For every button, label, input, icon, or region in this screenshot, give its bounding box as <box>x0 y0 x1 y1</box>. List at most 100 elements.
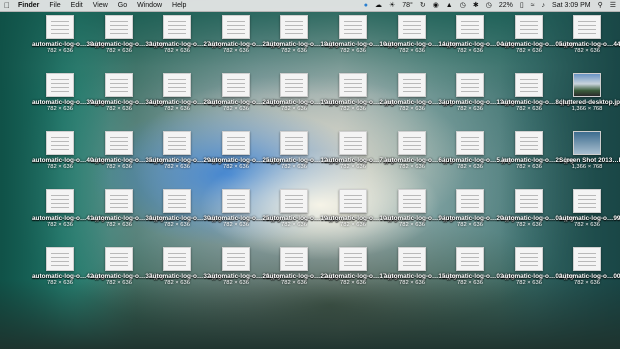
desktop-file-icon[interactable]: automatic-log-o…30.jpg 782 × 636 <box>149 189 222 229</box>
desktop-file-icon[interactable]: automatic-log-o…3.jpg 782 × 636 <box>384 73 453 113</box>
desktop-file-icon[interactable]: automatic-log-o…03.jpg 782 × 636 <box>442 247 515 287</box>
desktop-file-icon[interactable]: automatic-log-o…38.jpg 782 × 636 <box>32 15 105 55</box>
desktop-file-icon[interactable]: automatic-log-o…29.jpg 782 × 636 <box>149 131 222 171</box>
file-dimensions-label: 782 × 636 <box>574 48 600 55</box>
file-thumbnail-icon <box>456 15 484 39</box>
hat-icon[interactable]: ▲ <box>446 0 453 11</box>
desktop-file-icon[interactable]: automatic-log-o…37.jpg 782 × 636 <box>91 247 164 287</box>
cloud-icon[interactable]: ☁ <box>375 0 382 11</box>
menu-help[interactable]: Help <box>172 0 186 11</box>
volume-icon[interactable]: ♪ <box>542 0 546 11</box>
file-thumbnail-icon <box>105 189 133 213</box>
menu-finder[interactable]: Finder <box>18 0 39 11</box>
desktop-file-icon[interactable]: automatic-log-o…19.jpg 782 × 636 <box>266 73 339 113</box>
file-dimensions-label: 782 × 636 <box>340 48 366 55</box>
desktop-file-icon[interactable]: automatic-log-o…40.jpg 782 × 636 <box>32 131 105 171</box>
apple-icon[interactable]:  <box>4 0 10 11</box>
spotlight-icon[interactable]: ⚲ <box>598 0 603 11</box>
desktop-file-icon[interactable]: automatic-log-o…15.jpg 782 × 636 <box>384 247 457 287</box>
desktop-file-icon[interactable]: Screen Shot 2013…PM.jpg1,366 × 768 <box>559 131 620 171</box>
menubar-clock[interactable]: Sat 3:09 PM <box>552 0 591 11</box>
file-dimensions-label: 782 × 636 <box>457 106 483 113</box>
desktop-file-icon[interactable]: automatic-log-o…04.jpg 782 × 636 <box>442 15 515 55</box>
desktop-file-icon[interactable]: automatic-log-o…7.jpg 782 × 636 <box>325 131 394 171</box>
desktop-file-icon[interactable]: automatic-log-o…5.jpg 782 × 636 <box>442 131 511 171</box>
desktop-file-icon[interactable]: automatic-log-o…01.jpg 782 × 636 <box>501 189 574 229</box>
eye-icon[interactable]: ◉ <box>433 0 439 11</box>
file-dimensions-label: 782 × 636 <box>223 48 249 55</box>
desktop-file-icon[interactable]: automatic-log-o…28.jpg 782 × 636 <box>149 73 222 113</box>
desktop-file-icon[interactable]: automatic-log-o…21.jpg 782 × 636 <box>501 131 574 171</box>
desktop-file-icon[interactable]: automatic-log-o…36.jpg 782 × 636 <box>91 189 164 229</box>
sync-icon[interactable]: ↻ <box>420 0 426 11</box>
desktop-file-icon[interactable]: automatic-log-o…35.jpg 782 × 636 <box>91 131 164 171</box>
wifi-icon[interactable]: ≈ <box>531 0 535 11</box>
desktop-file-icon[interactable]: automatic-log-o…10.jpg 782 × 636 <box>325 189 398 229</box>
desktop-file-icon[interactable]: automatic-log-o…34.jpg 782 × 636 <box>91 73 164 113</box>
weather-icon[interactable]: ☀ <box>389 0 395 11</box>
desktop-file-icon[interactable]: automatic-log-o…32.jpg 782 × 636 <box>149 247 222 287</box>
file-thumbnail-icon <box>105 15 133 39</box>
desktop-file-icon[interactable]: automatic-log-o…18.jpg 782 × 636 <box>266 15 339 55</box>
file-thumbnail-icon <box>163 15 191 39</box>
file-dimensions-label: 782 × 636 <box>340 222 366 229</box>
desktop-file-icon[interactable]: automatic-log-o…02.jpg 782 × 636 <box>501 247 574 287</box>
twitter-icon[interactable]: ● <box>364 0 368 11</box>
file-thumbnail-icon <box>46 15 74 39</box>
desktop-file-icon[interactable]: automatic-log-o…99.jpg782 × 636 <box>559 189 620 229</box>
desktop-file-icon[interactable]: automatic-log-o…22.jpg 782 × 636 <box>266 247 339 287</box>
temperature-label[interactable]: 78° <box>402 0 413 11</box>
desktop-file-icon[interactable]: automatic-log-o…8.jpg 782 × 636 <box>501 73 570 113</box>
battery-icon[interactable]: ▯ <box>520 0 524 11</box>
desktop-file-icon[interactable]: cluttered-desktop.jpg 1,366 × 768 <box>559 73 620 113</box>
file-thumbnail-icon <box>515 73 543 97</box>
desktop-file-icon[interactable]: automatic-log-o…41.jpg 782 × 636 <box>32 189 105 229</box>
menu-file[interactable]: File <box>49 0 60 11</box>
file-dimensions-label: 1,366 × 768 <box>571 106 603 113</box>
wallpaper-wave-bottom <box>0 279 620 349</box>
file-thumbnail-icon <box>456 189 484 213</box>
file-dimensions-label: 782 × 636 <box>457 280 483 287</box>
desktop-file-icon[interactable]: automatic-log-o…39.jpg 782 × 636 <box>32 73 105 113</box>
desktop-file-icon[interactable]: automatic-log-o…20.jpg 782 × 636 <box>442 189 515 229</box>
desktop-file-icon[interactable]: automatic-log-o…16.jpg 782 × 636 <box>325 15 398 55</box>
file-dimensions-label: 782 × 636 <box>47 164 73 171</box>
file-dimensions-label: 782 × 636 <box>457 164 483 171</box>
desktop-file-icon[interactable]: automatic-log-o…12.jpg 782 × 636 <box>266 131 339 171</box>
desktop-file-icon[interactable]: automatic-log-o…17.jpg 782 × 636 <box>325 247 398 287</box>
desktop-file-icon[interactable]: automatic-log-o…33.jpg 782 × 636 <box>91 15 164 55</box>
file-thumbnail-icon <box>398 15 426 39</box>
desktop-file-icon[interactable]: automatic-log-o…44.jpg782 × 636 <box>559 15 620 55</box>
desktop-file-icon[interactable]: automatic-log-o…00.jpg782 × 636 <box>559 247 620 287</box>
menu-view[interactable]: View <box>93 0 108 11</box>
desktop-file-icon[interactable]: automatic-log-o…27.jpg 782 × 636 <box>149 15 222 55</box>
desktop-file-icon[interactable]: automatic-log-o…6.jpg 782 × 636 <box>384 131 453 171</box>
desktop-file-icon[interactable]: automatic-log-o…25.jpg 782 × 636 <box>208 131 281 171</box>
desktop-file-icon[interactable]: automatic-log-o…05.jpg 782 × 636 <box>501 15 574 55</box>
battery-percent[interactable]: 22% <box>499 0 513 11</box>
desktop-file-icon[interactable]: automatic-log-o…25.jpg 782 × 636 <box>208 189 281 229</box>
desktop-file-icon[interactable]: automatic-log-o…24.jpg 782 × 636 <box>208 73 281 113</box>
notification-center-icon[interactable]: ☰ <box>610 0 616 11</box>
file-dimensions-label: 782 × 636 <box>164 48 190 55</box>
clock-icon[interactable]: ◷ <box>486 0 492 11</box>
desktop-file-icon[interactable]: automatic-log-o…13.jpg 782 × 636 <box>442 73 515 113</box>
file-dimensions-label: 782 × 636 <box>399 164 425 171</box>
file-thumbnail-icon <box>456 247 484 271</box>
desktop-file-icon[interactable]: automatic-log-o…19.jpg 782 × 636 <box>266 189 339 229</box>
menu-edit[interactable]: Edit <box>71 0 83 11</box>
bluetooth-icon[interactable]: ✱ <box>473 0 479 11</box>
time-machine-icon[interactable]: ◷ <box>460 0 466 11</box>
menu-window[interactable]: Window <box>137 0 162 11</box>
desktop-file-icon[interactable]: automatic-log-o…9.jpg 782 × 636 <box>384 189 453 229</box>
desktop-file-icon[interactable]: automatic-log-o…2.jpg 782 × 636 <box>325 73 394 113</box>
file-dimensions-label: 782 × 636 <box>106 106 132 113</box>
desktop-file-icon[interactable]: automatic-log-o…26.jpg 782 × 636 <box>208 247 281 287</box>
file-thumbnail-icon <box>515 131 543 155</box>
file-dimensions-label: 782 × 636 <box>106 48 132 55</box>
menu-go[interactable]: Go <box>118 0 127 11</box>
file-dimensions-label: 782 × 636 <box>281 48 307 55</box>
desktop-file-icon[interactable]: automatic-log-o…23.jpg 782 × 636 <box>208 15 281 55</box>
desktop-file-icon[interactable]: automatic-log-o…14.jpg 782 × 636 <box>384 15 457 55</box>
desktop-file-icon[interactable]: automatic-log-o…42.jpg 782 × 636 <box>32 247 105 287</box>
